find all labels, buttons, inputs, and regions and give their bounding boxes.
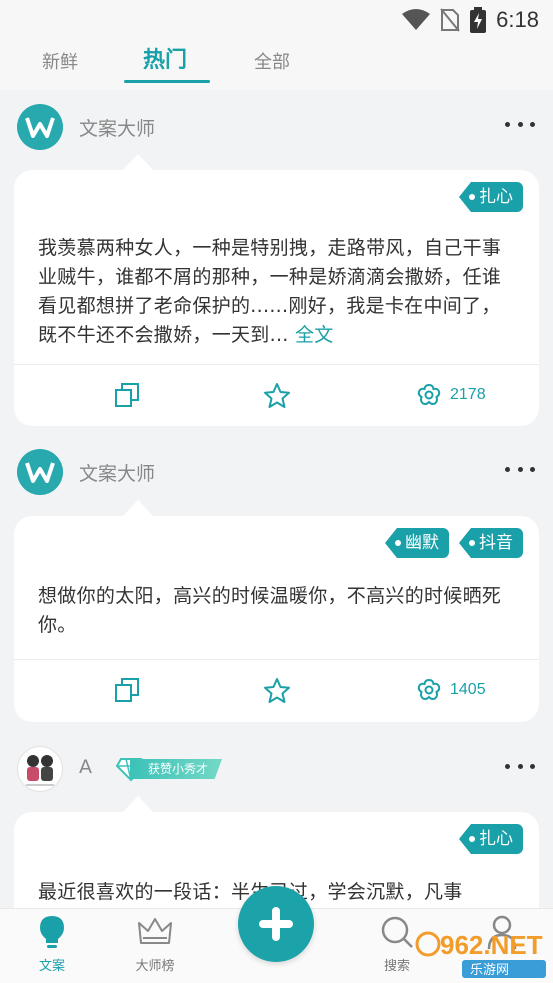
- tag-list: 幽默 抖音: [385, 528, 523, 558]
- crown-icon: [138, 918, 172, 944]
- lightbulb-icon: [40, 916, 64, 948]
- top-tabs: 新鲜 热门 全部: [0, 40, 553, 90]
- tag-list: 扎心: [459, 182, 523, 212]
- active-tab-indicator: [124, 80, 210, 83]
- author-name[interactable]: A: [79, 756, 92, 778]
- star-icon: [264, 678, 290, 703]
- copy-button[interactable]: [114, 382, 140, 408]
- brand-logo-icon: [25, 462, 55, 483]
- like-button[interactable]: 1405: [416, 677, 486, 703]
- wifi-icon: [402, 9, 431, 30]
- more-options-icon[interactable]: [505, 122, 535, 130]
- read-more-link[interactable]: 全文: [295, 324, 334, 346]
- status-time: 6:18: [496, 7, 539, 32]
- tag[interactable]: 扎心: [459, 182, 523, 212]
- tag[interactable]: 幽默: [385, 528, 449, 558]
- avatar[interactable]: [17, 104, 63, 150]
- copy-icon: [115, 383, 139, 407]
- award-badge: 获赞小秀才: [116, 756, 224, 782]
- post-card[interactable]: 扎心 我羡慕两种女人，一种是特别拽，走路带风，自己干事业贼牛，谁都不屑的那种，一…: [14, 154, 539, 426]
- post-header: 文案大师: [0, 437, 553, 507]
- favorite-button[interactable]: [263, 382, 291, 410]
- nav-label: 大师榜: [135, 959, 175, 974]
- copy-icon: [115, 678, 139, 702]
- favorite-button[interactable]: [263, 677, 291, 705]
- like-count: 1405: [450, 681, 486, 698]
- nav-copywriting[interactable]: 文案: [12, 915, 92, 974]
- star-icon: [264, 383, 290, 408]
- avatar[interactable]: [17, 449, 63, 495]
- avatar[interactable]: [17, 746, 63, 792]
- watermark-site: 962.NET: [440, 930, 543, 960]
- author-name[interactable]: 文案大师: [79, 459, 155, 486]
- nav-label: 文案: [38, 959, 65, 974]
- post-text-content: 我羡慕两种女人，一种是特别拽，走路带风，自己干事业贼牛，谁都不屑的那种，一种是娇…: [38, 237, 502, 346]
- post-text[interactable]: 我羡慕两种女人，一种是特别拽，走路带风，自己干事业贼牛，谁都不屑的那种，一种是娇…: [38, 234, 519, 350]
- search-icon: [381, 916, 413, 948]
- post-feed[interactable]: 文案大师 扎心 我羡慕两种女人，一种是特别拽，走路带风，自己干事业贼牛，谁都不屑…: [0, 92, 553, 908]
- watermark-name: 乐游网: [470, 963, 509, 978]
- tag[interactable]: 扎心: [459, 824, 523, 854]
- flower-icon: [417, 678, 441, 700]
- nav-master-ranking[interactable]: 大师榜: [115, 915, 195, 974]
- flower-icon: [417, 383, 441, 405]
- tab-hot[interactable]: 热门: [143, 42, 187, 74]
- author-name[interactable]: 文案大师: [79, 114, 155, 141]
- more-options-icon[interactable]: [505, 467, 535, 475]
- post-text[interactable]: 想做你的太阳，高兴的时候温暖你，不高兴的时候晒死你。: [38, 582, 519, 640]
- action-bar: 2178: [14, 364, 539, 426]
- award-badge-label: 获赞小秀才: [130, 759, 222, 779]
- more-options-icon[interactable]: [505, 764, 535, 772]
- no-sim-icon: [440, 8, 460, 32]
- like-count: 2178: [450, 386, 486, 403]
- action-bar: 1405: [14, 659, 539, 721]
- tab-fresh[interactable]: 新鲜: [42, 48, 78, 74]
- site-watermark: 962.NET 乐游网: [415, 930, 546, 978]
- post-header: 文案大师: [0, 92, 553, 162]
- post-header: A 获赞小秀才: [0, 734, 553, 804]
- tab-all[interactable]: 全部: [254, 48, 290, 74]
- copy-button[interactable]: [114, 677, 140, 703]
- status-bar: 6:18: [0, 0, 553, 40]
- brand-logo-icon: [25, 117, 55, 138]
- like-button[interactable]: 2178: [416, 382, 486, 408]
- add-post-button[interactable]: [238, 886, 314, 962]
- tag-list: 扎心: [459, 824, 523, 854]
- tag[interactable]: 抖音: [459, 528, 523, 558]
- post-card[interactable]: 幽默 抖音 想做你的太阳，高兴的时候温暖你，不高兴的时候晒死你。 1405: [14, 500, 539, 722]
- plus-icon: [259, 907, 293, 941]
- battery-charging-icon: [470, 7, 487, 33]
- user-photo-icon: [26, 755, 54, 786]
